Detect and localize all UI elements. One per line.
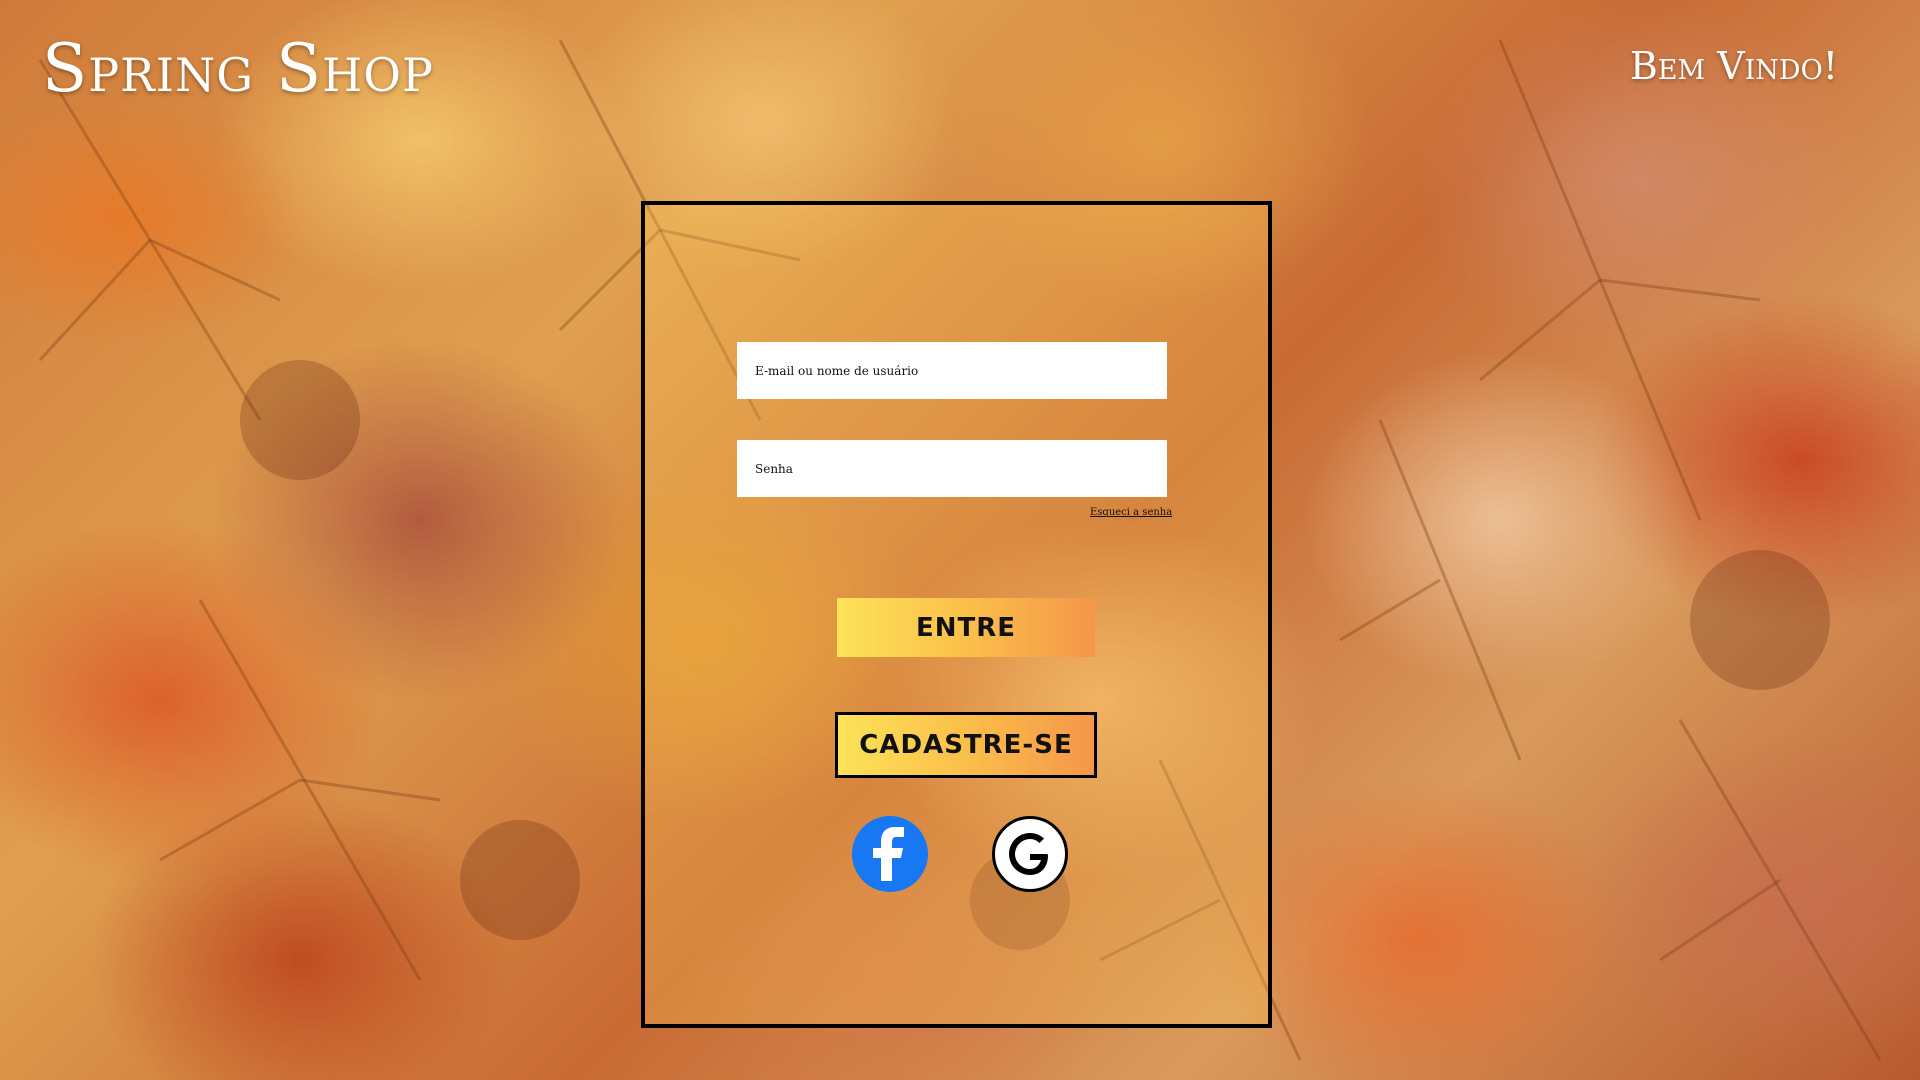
google-login-button[interactable]	[992, 816, 1068, 892]
email-field-wrapper	[737, 342, 1167, 399]
facebook-icon	[873, 827, 904, 881]
password-field[interactable]	[753, 460, 1151, 477]
login-button[interactable]: ENTRE	[837, 598, 1095, 657]
forgot-password-link[interactable]: Esqueci a senha	[1090, 507, 1172, 518]
welcome-text: Bem Vindo!	[1629, 44, 1838, 88]
brand-title: Spring Shop	[42, 30, 434, 107]
login-panel: Esqueci a senha ENTRE CADASTRE-SE	[641, 201, 1272, 1028]
facebook-login-button[interactable]	[852, 816, 928, 892]
google-icon	[1009, 833, 1048, 875]
password-field-wrapper	[737, 440, 1167, 497]
signup-button[interactable]: CADASTRE-SE	[835, 712, 1097, 778]
email-field[interactable]	[753, 362, 1151, 379]
